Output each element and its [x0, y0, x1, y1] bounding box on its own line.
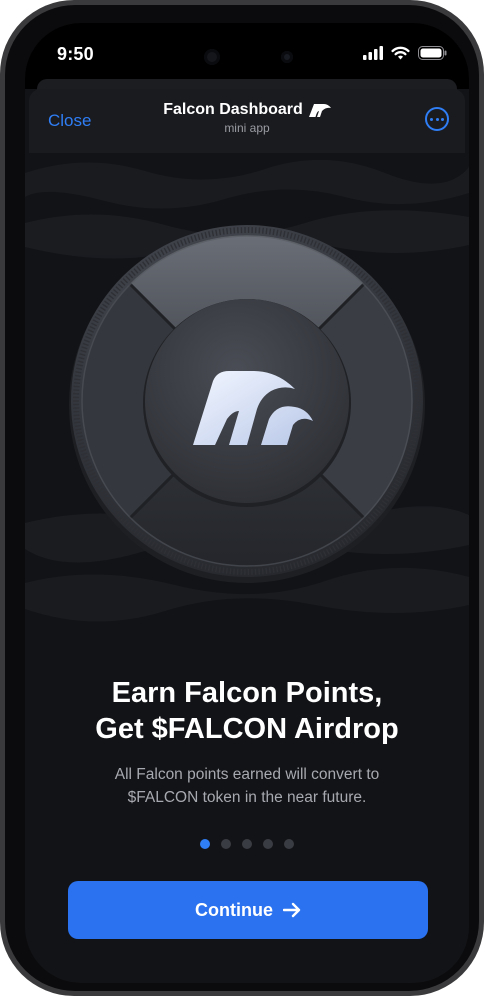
- battery-icon: [418, 46, 447, 60]
- headline-line-2: Get $FALCON Airdrop: [95, 713, 399, 745]
- description-line-1: All Falcon points earned will convert to: [114, 766, 380, 783]
- continue-button[interactable]: Continue: [68, 881, 428, 939]
- more-dot: [430, 117, 433, 121]
- header-title-group: Falcon Dashboard mini app: [29, 101, 465, 135]
- phone-frame: 9:50 Close Falcon Dashboard mini app Ear…: [0, 0, 484, 996]
- phone-bezel: 9:50 Close Falcon Dashboard mini app Ear…: [5, 5, 479, 991]
- headline-line-1: Earn Falcon Points,: [111, 677, 383, 709]
- more-dot: [441, 117, 444, 121]
- description: All Falcon points earned will convert to…: [25, 763, 469, 809]
- front-camera: [204, 49, 220, 65]
- continue-label: Continue: [195, 899, 273, 920]
- more-dot: [435, 117, 439, 121]
- status-icons: [363, 45, 447, 61]
- header-subtitle: mini app: [224, 121, 270, 135]
- more-options-button[interactable]: [425, 107, 449, 131]
- pagination-dots: [25, 839, 469, 849]
- pagination-dot[interactable]: [263, 839, 273, 849]
- falcon-logo-icon: [308, 104, 331, 117]
- wifi-icon: [391, 46, 410, 60]
- screen: 9:50 Close Falcon Dashboard mini app Ear…: [25, 23, 469, 983]
- mini-app-header: Close Falcon Dashboard mini app: [29, 89, 465, 153]
- pagination-dot[interactable]: [242, 839, 252, 849]
- headline: Earn Falcon Points, Get $FALCON Airdrop: [25, 675, 469, 747]
- header-title-row: Falcon Dashboard: [163, 101, 331, 119]
- face-sensor: [281, 51, 293, 63]
- pagination-dot-active[interactable]: [200, 839, 210, 849]
- falcon-coin: [69, 225, 425, 583]
- signal-icon: [363, 46, 383, 60]
- pagination-dot[interactable]: [221, 839, 231, 849]
- arrow-right-icon: [283, 902, 301, 918]
- description-line-2: $FALCON token in the near future.: [127, 789, 367, 806]
- status-time: 9:50: [57, 44, 94, 64]
- pagination-dot[interactable]: [284, 839, 294, 849]
- hero-illustration: [25, 159, 469, 622]
- header-title: Falcon Dashboard: [163, 101, 303, 118]
